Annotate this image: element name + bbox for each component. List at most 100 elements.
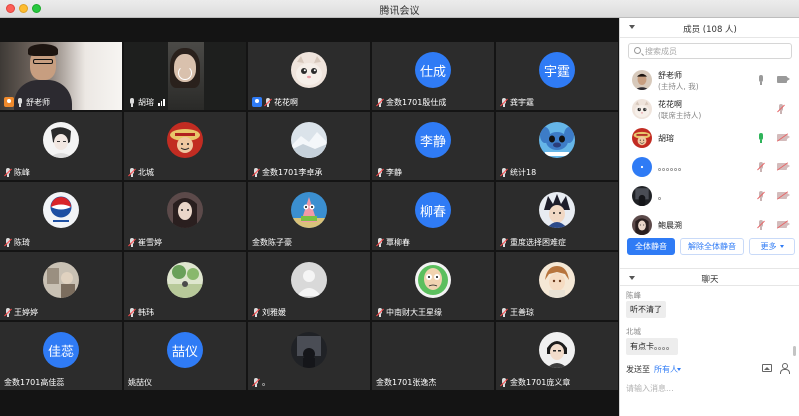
member-search[interactable] xyxy=(628,43,792,59)
member-item[interactable]: 。 xyxy=(620,182,799,210)
participant-name: 王善琼 xyxy=(510,307,534,317)
chat-sender: 陈峰 xyxy=(626,291,641,300)
participant-tile[interactable]: 胡瑢 xyxy=(124,42,246,110)
participant-name: 金数1701庞义章 xyxy=(510,377,571,387)
participant-tile[interactable]: 统计18 xyxy=(496,112,618,180)
participant-tile[interactable]: 喆仪 姚喆仪 xyxy=(124,322,246,390)
participant-name: 金数1701李卓承 xyxy=(262,167,323,177)
user-icon[interactable] xyxy=(779,363,790,374)
member-avatar xyxy=(632,128,652,148)
participant-tile[interactable]: 花花啊 xyxy=(248,42,370,110)
participant-tile[interactable]: 陈峰 xyxy=(0,112,122,180)
participant-tile[interactable]: 重度选择困难症 xyxy=(496,182,618,250)
participant-name: 统计18 xyxy=(510,167,537,177)
participant-tile[interactable]: 柳春 覃柳春 xyxy=(372,182,494,250)
mic-icon[interactable] xyxy=(757,133,765,143)
avatar-initials: 李静 xyxy=(415,122,451,158)
participant-tile[interactable]: 金数陈子豪 xyxy=(248,182,370,250)
participant-tile[interactable]: 佳蕊 金数1701高佳蕊 xyxy=(0,322,122,390)
chevron-down-icon[interactable] xyxy=(677,368,681,371)
chat-sender: 北城 xyxy=(626,327,641,336)
mic-muted-icon xyxy=(376,237,384,247)
participant-tile[interactable]: 李静 李静 xyxy=(372,112,494,180)
unmute-all-button[interactable]: 解除全体静音 xyxy=(680,238,744,255)
participant-tile[interactable]: 中南财大王星缘 xyxy=(372,252,494,320)
participant-label: 金数1701张逸杰 xyxy=(376,376,436,388)
participant-name: 重度选择困难症 xyxy=(510,237,566,247)
participant-name: 金数1701张逸杰 xyxy=(376,377,437,387)
participant-tile[interactable]: 韩玮 xyxy=(124,252,246,320)
participant-label: 金数1701殷仕成 xyxy=(376,96,446,108)
participant-tile[interactable]: 金数1701庞义章 xyxy=(496,322,618,390)
participant-tile[interactable]: 金数1701李卓承 xyxy=(248,112,370,180)
mic-muted-icon xyxy=(500,307,508,317)
participant-tile[interactable]: 陈琦 xyxy=(0,182,122,250)
member-item[interactable]: 舒老师 (主持人, 我) xyxy=(620,66,799,94)
participant-name: 中南财大王星缘 xyxy=(386,307,442,317)
avatar-initials: 仕成 xyxy=(415,52,451,88)
member-item[interactable]: 花花啊 (联席主持人) xyxy=(620,95,799,123)
chat-scrollbar[interactable] xyxy=(793,346,796,356)
participant-label: 姚喆仪 xyxy=(128,376,152,388)
member-name: 花花啊 xyxy=(658,100,682,109)
avatar-initials: 佳蕊 xyxy=(43,332,79,368)
chat-message-input[interactable] xyxy=(626,381,794,395)
chat-title: 聊天 xyxy=(701,275,719,285)
camera-off-icon[interactable] xyxy=(776,191,790,200)
camera-off-icon[interactable] xyxy=(776,162,790,171)
mic-icon[interactable] xyxy=(757,75,765,85)
participant-name: 金数陈子豪 xyxy=(252,237,292,247)
mic-muted-icon[interactable] xyxy=(757,191,765,201)
camera-off-icon[interactable] xyxy=(776,220,790,229)
members-header[interactable]: 成员 (108 人) xyxy=(620,18,799,38)
participant-tile[interactable]: 北城 xyxy=(124,112,246,180)
mic-icon xyxy=(16,97,24,107)
participant-tile[interactable]: 仕成金数1701殷仕成 xyxy=(372,42,494,110)
participant-tile[interactable]: 金数1701张逸杰 xyxy=(372,322,494,390)
avatar xyxy=(291,52,327,88)
more-button[interactable]: 更多 xyxy=(749,238,795,255)
mic-muted-icon xyxy=(252,377,260,387)
participant-label: 花花啊 xyxy=(252,96,298,108)
participant-tile[interactable]: 王善琼 xyxy=(496,252,618,320)
participant-name: 刘雅媛 xyxy=(262,307,286,317)
avatar xyxy=(43,192,79,228)
host-badge-icon xyxy=(4,97,14,107)
participant-label: 覃柳春 xyxy=(376,236,410,248)
participant-name: 花花啊 xyxy=(274,97,298,107)
camera-icon[interactable] xyxy=(777,76,790,83)
member-item[interactable]: 胡瑢 xyxy=(620,124,799,152)
member-item[interactable]: 鲍晨溯 xyxy=(620,211,799,239)
participant-tile[interactable]: 王婷婷 xyxy=(0,252,122,320)
camera-off-icon[interactable] xyxy=(776,133,790,142)
send-target-select[interactable]: 所有人 xyxy=(654,364,678,375)
mute-all-button[interactable]: 全体静音 xyxy=(627,238,675,255)
mic-muted-icon xyxy=(4,307,12,317)
participant-tile[interactable]: 刘雅媛 xyxy=(248,252,370,320)
member-search-input[interactable] xyxy=(645,45,785,57)
participant-label: 韩玮 xyxy=(128,306,154,318)
signal-strength-icon xyxy=(158,98,165,106)
participant-name: 崔雪婷 xyxy=(138,237,162,247)
video-stage: 舒老师 胡瑢 花花啊 仕成 金数1701殷仕成 宇霆 龚宇霆 陈峰 北城 金数1701李卓承 李静李… xyxy=(0,18,619,416)
title-bar: 腾讯会议 xyxy=(0,0,799,18)
participant-tile[interactable]: 宇霆 龚宇霆 xyxy=(496,42,618,110)
mic-muted-icon[interactable] xyxy=(757,162,765,172)
member-item[interactable]: 。。。。。。 xyxy=(620,153,799,181)
image-icon[interactable] xyxy=(762,364,772,372)
participant-tile[interactable]: 。 xyxy=(248,322,370,390)
avatar-initials: 柳春 xyxy=(415,192,451,228)
mic-muted-icon[interactable] xyxy=(777,104,785,114)
mic-muted-icon[interactable] xyxy=(757,220,765,230)
participant-label: 舒老师 xyxy=(4,96,50,108)
avatar xyxy=(291,262,327,298)
mic-muted-icon xyxy=(376,97,384,107)
participant-label: 金数陈子豪 xyxy=(252,236,292,248)
chat-header[interactable]: 聊天 xyxy=(620,268,799,286)
participant-name: 陈峰 xyxy=(14,167,30,177)
participant-label: 李静 xyxy=(376,166,402,178)
avatar xyxy=(291,122,327,158)
participant-tile[interactable]: 舒老师 xyxy=(0,42,122,110)
participant-tile[interactable]: 崔雪婷 xyxy=(124,182,246,250)
participant-label: 金数1701李卓承 xyxy=(252,166,322,178)
